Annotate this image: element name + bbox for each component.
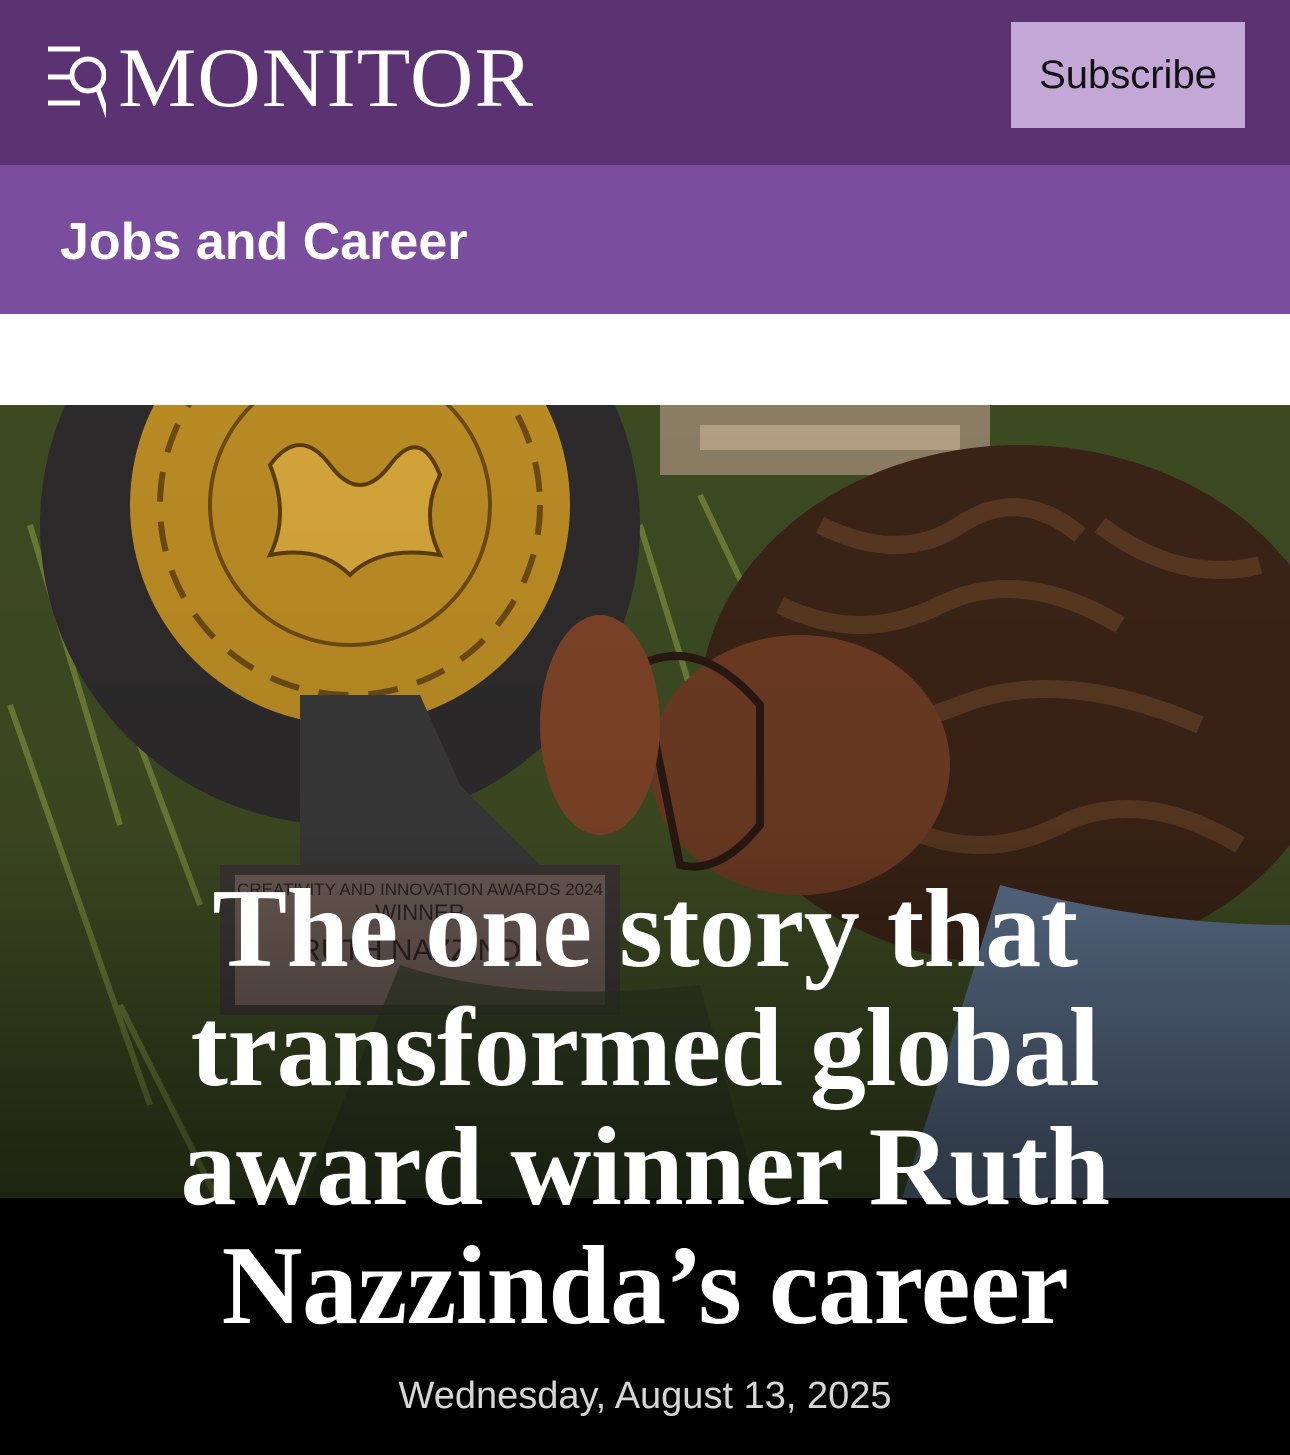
brand-logo[interactable]: MONITOR (46, 36, 534, 122)
subscribe-button[interactable]: Subscribe (1011, 22, 1245, 128)
brand-wordmark: MONITOR (118, 31, 535, 126)
article-headline[interactable]: The one story that transformed global aw… (30, 870, 1260, 1346)
section-title[interactable]: Jobs and Career (60, 212, 468, 272)
article-date: Wednesday, August 13, 2025 (398, 1375, 892, 1417)
menu-search-icon[interactable] (46, 39, 111, 119)
spacer (0, 314, 1290, 405)
top-navigation-bar: MONITOR Subscribe (0, 0, 1290, 165)
